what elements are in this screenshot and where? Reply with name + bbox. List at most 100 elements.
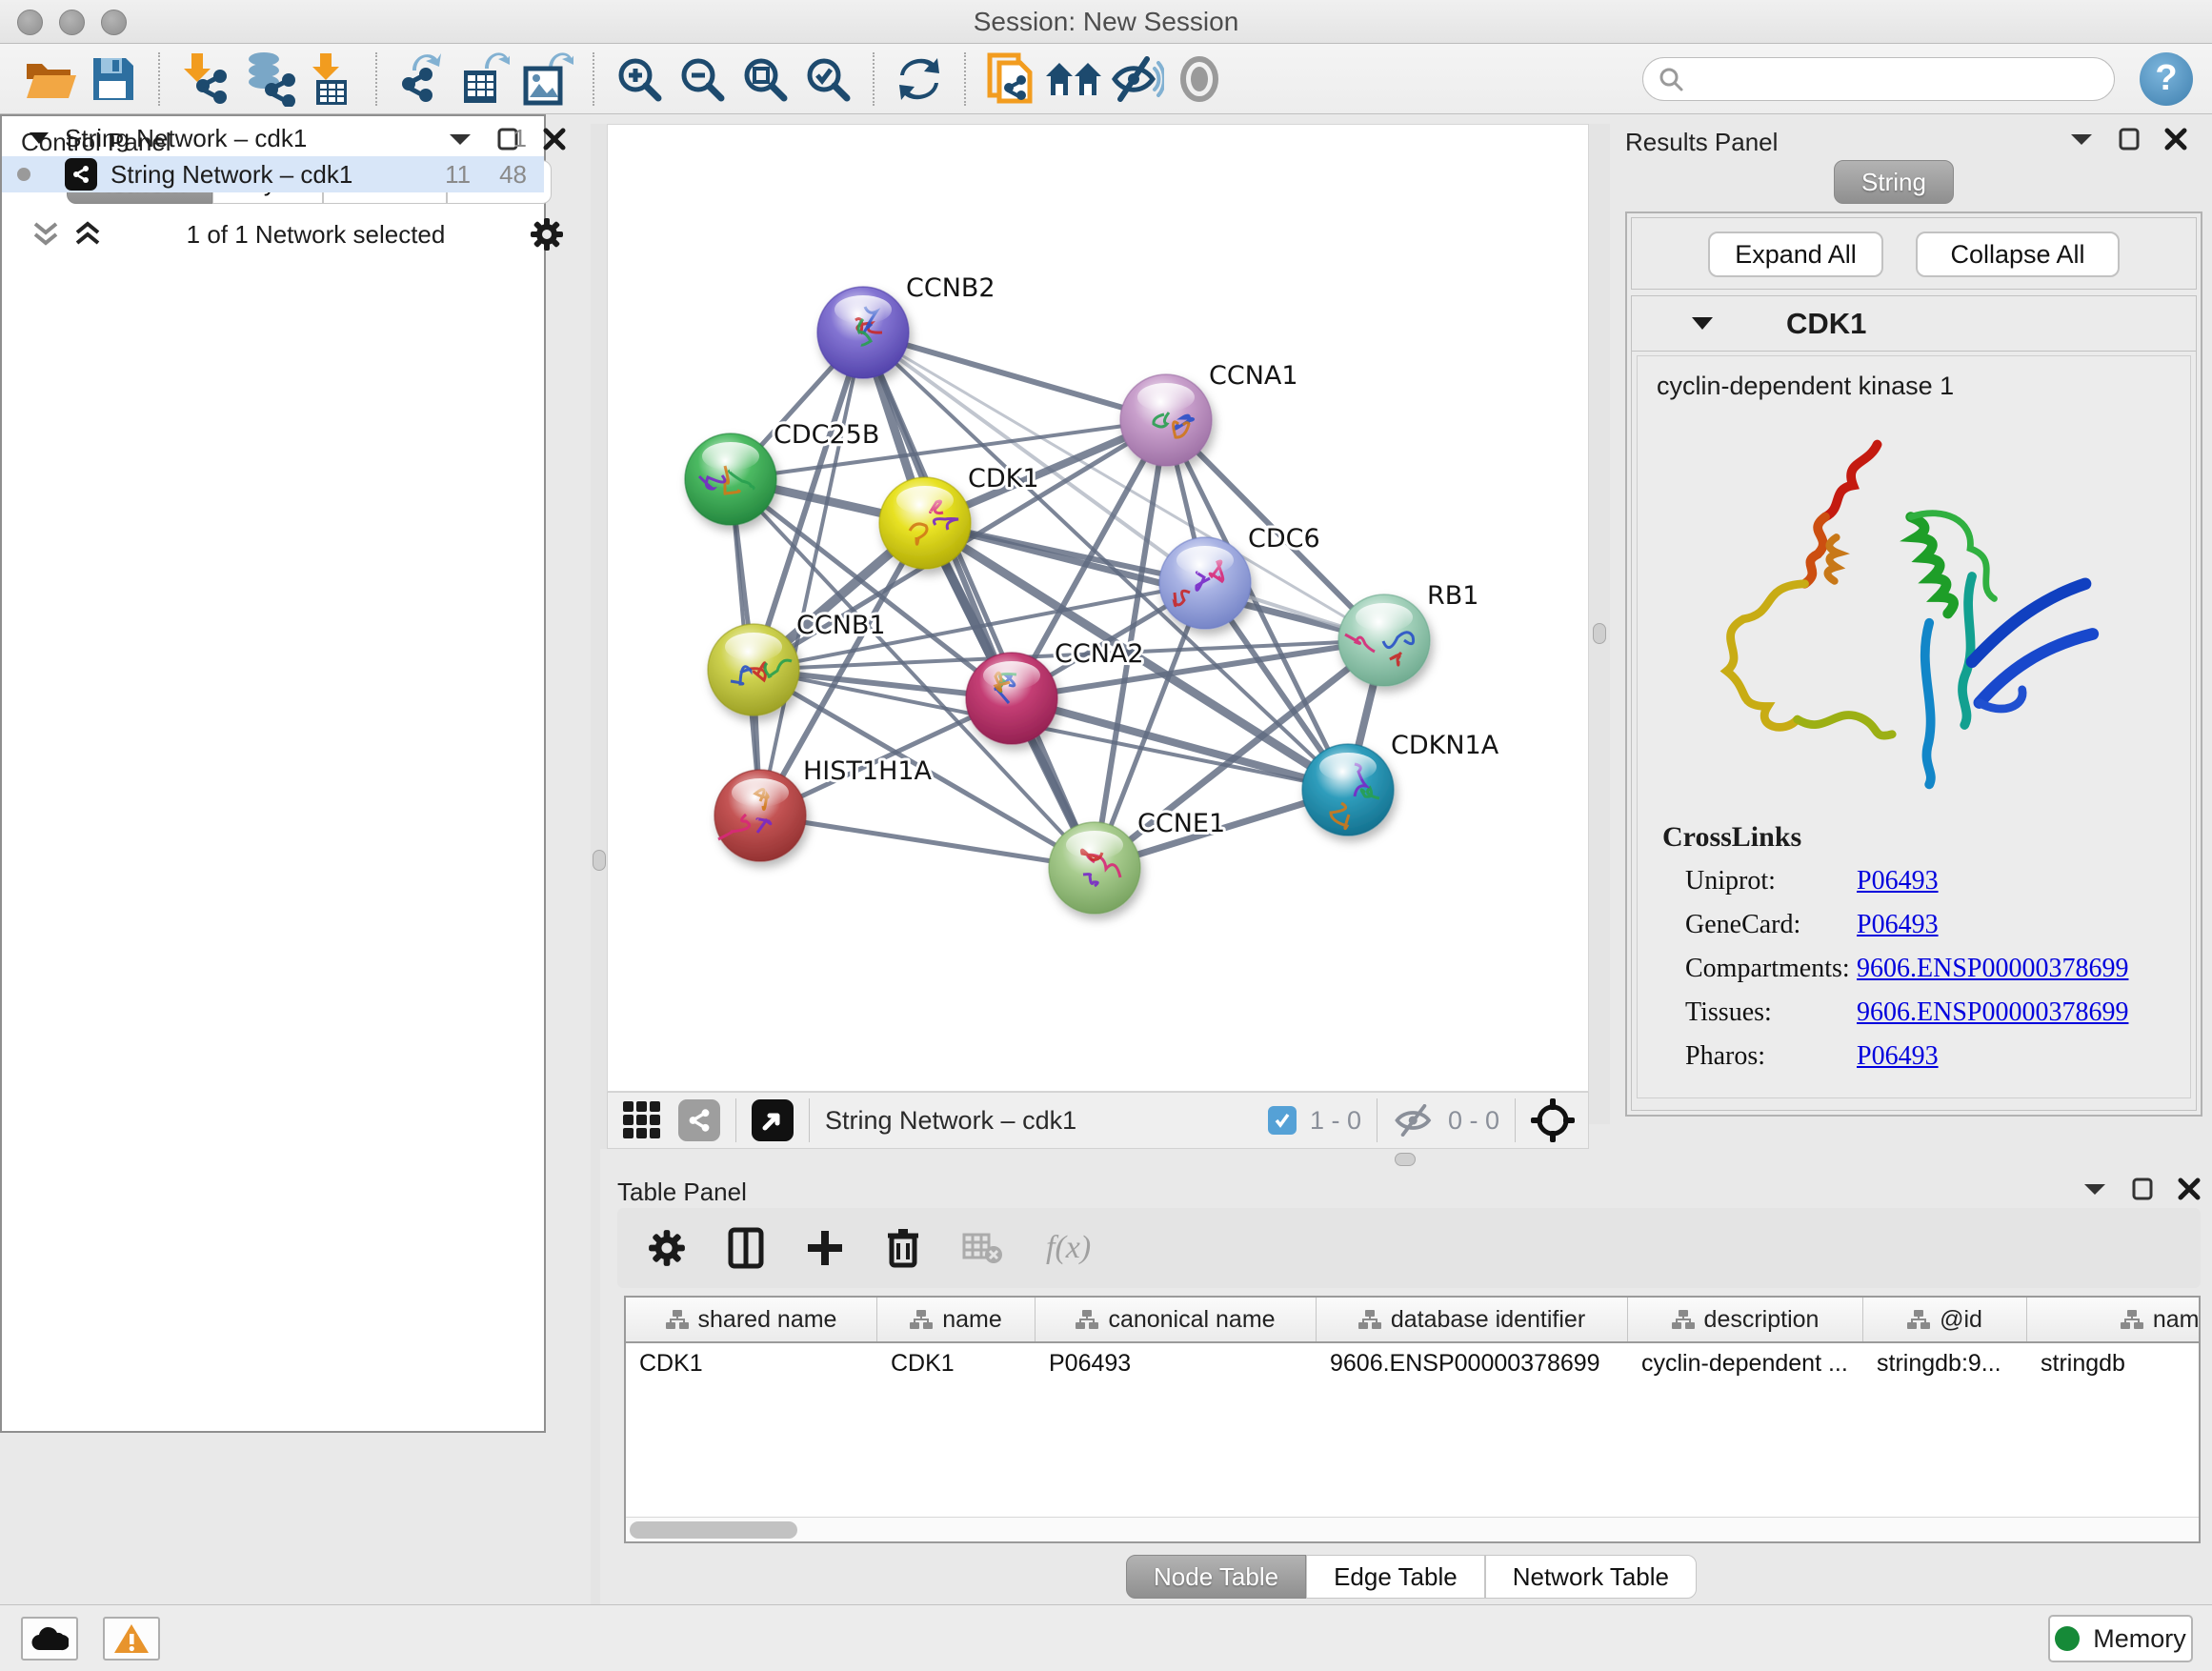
- network-view-toolbar: String Network – cdk1 1 - 0 0 - 0: [607, 1092, 1589, 1149]
- close-panel-icon[interactable]: [543, 128, 566, 151]
- network-collection-row[interactable]: String Network – cdk1 1: [2, 120, 544, 156]
- column-header-description[interactable]: description: [1628, 1298, 1863, 1341]
- network-edge[interactable]: [760, 332, 863, 815]
- table-cell[interactable]: CDK1: [877, 1350, 1036, 1378]
- expand-all-networks-icon[interactable]: [73, 220, 102, 249]
- tab-network-table[interactable]: Network Table: [1485, 1555, 1697, 1599]
- crosslink-link[interactable]: 9606.ENSP00000378699: [1857, 954, 2128, 984]
- network-node-CDC25B[interactable]: [685, 433, 776, 525]
- network-node-CDK1[interactable]: [879, 477, 971, 569]
- table-cell[interactable]: stringdb:9...: [1863, 1350, 2027, 1378]
- cloud-status-button[interactable]: [21, 1617, 78, 1661]
- network-node-CCNE1[interactable]: [1049, 822, 1140, 914]
- network-row-label: String Network – cdk1: [111, 160, 352, 190]
- network-node-CCNB2[interactable]: [817, 287, 909, 378]
- network-node-CCNA2[interactable]: [966, 653, 1057, 744]
- gene-entry-header[interactable]: CDK1: [1632, 296, 2196, 352]
- collapse-all-networks-icon[interactable]: [31, 220, 60, 249]
- tree-expander-icon[interactable]: [29, 131, 50, 145]
- table-cell[interactable]: cyclin-dependent ...: [1628, 1350, 1863, 1378]
- network-node-CDKN1A[interactable]: [1302, 744, 1394, 836]
- memory-button[interactable]: Memory: [2048, 1615, 2193, 1662]
- new-network-from-selection-button[interactable]: [979, 50, 1042, 109]
- network-row-selected[interactable]: String Network – cdk1 11 48: [2, 156, 544, 192]
- detach-view-icon[interactable]: [752, 1099, 794, 1141]
- apply-layout-button[interactable]: [888, 50, 951, 109]
- network-thumbnail-icon[interactable]: [678, 1099, 720, 1141]
- birds-eye-view-icon[interactable]: [1531, 1098, 1575, 1142]
- scrollbar-thumb[interactable]: [630, 1521, 797, 1539]
- network-graph[interactable]: CCNB2CCNA1CDC25BCDK1CDC6RB1CCNB1CCNA2CDK…: [608, 125, 1588, 1091]
- hide-selected-button[interactable]: [1105, 50, 1168, 109]
- export-network-button[interactable]: [391, 50, 453, 109]
- node-table[interactable]: shared namenamecanonical namedatabase id…: [624, 1296, 2201, 1543]
- collapse-panel-icon[interactable]: [2069, 131, 2094, 147]
- expand-all-button[interactable]: Expand All: [1708, 232, 1883, 277]
- network-node-HIST1H1A[interactable]: [714, 770, 806, 861]
- network-edge[interactable]: [760, 815, 1095, 868]
- divider-grip[interactable]: [593, 850, 606, 871]
- network-node-RB1[interactable]: [1338, 594, 1430, 686]
- crosslink-link[interactable]: P06493: [1857, 866, 1939, 896]
- table-cell[interactable]: 9606.ENSP00000378699: [1317, 1350, 1628, 1378]
- crosslink-link[interactable]: 9606.ENSP00000378699: [1857, 997, 2128, 1028]
- network-node-CCNA1[interactable]: [1120, 374, 1212, 466]
- column-header-shared-name[interactable]: shared name: [626, 1298, 877, 1341]
- export-image-button[interactable]: [516, 50, 579, 109]
- network-node-CDC6[interactable]: [1159, 537, 1251, 629]
- crosslink-link[interactable]: P06493: [1857, 1041, 1939, 1072]
- save-session-button[interactable]: [82, 50, 145, 109]
- warnings-button[interactable]: [103, 1617, 160, 1661]
- tab-edge-table[interactable]: Edge Table: [1306, 1555, 1485, 1599]
- table-cell[interactable]: P06493: [1036, 1350, 1317, 1378]
- table-options-gear-icon[interactable]: [648, 1229, 686, 1267]
- import-network-file-button[interactable]: [173, 50, 236, 109]
- zoom-in-button[interactable]: [608, 50, 671, 109]
- table-horizontal-scrollbar[interactable]: [626, 1517, 2199, 1541]
- float-panel-icon[interactable]: [2132, 1178, 2153, 1200]
- first-neighbors-button[interactable]: [1042, 50, 1105, 109]
- close-panel-icon[interactable]: [2164, 128, 2187, 151]
- create-column-plus-icon[interactable]: [806, 1229, 844, 1267]
- crosslink-link[interactable]: P06493: [1857, 910, 1939, 940]
- status-bar: Memory: [0, 1604, 2212, 1671]
- zoom-out-button[interactable]: [671, 50, 734, 109]
- search-input[interactable]: [1685, 60, 2101, 98]
- network-node-CCNB1[interactable]: [708, 624, 799, 715]
- column-header-database-identifier[interactable]: database identifier: [1317, 1298, 1628, 1341]
- show-all-button[interactable]: [1168, 50, 1231, 109]
- delete-column-trash-icon[interactable]: [886, 1227, 920, 1269]
- float-panel-icon[interactable]: [2119, 128, 2140, 151]
- zoom-selected-button[interactable]: [796, 50, 859, 109]
- help-button[interactable]: ?: [2140, 52, 2193, 106]
- grid-view-icon[interactable]: [621, 1099, 663, 1141]
- network-options-gear-icon[interactable]: [530, 217, 564, 252]
- crosslink-row: Uniprot:P06493: [1638, 859, 2190, 903]
- divider-grip[interactable]: [1395, 1153, 1416, 1166]
- import-network-database-button[interactable]: [236, 50, 299, 109]
- collapse-panel-icon[interactable]: [2082, 1181, 2107, 1197]
- column-header-name[interactable]: name: [877, 1298, 1036, 1341]
- table-row[interactable]: CDK1CDK1P064939606.ENSP00000378699cyclin…: [626, 1343, 2199, 1383]
- network-canvas[interactable]: CCNB2CCNA1CDC25BCDK1CDC6RB1CCNB1CCNA2CDK…: [607, 124, 1589, 1092]
- selected-checkbox-icon[interactable]: [1268, 1106, 1297, 1135]
- collapse-all-button[interactable]: Collapse All: [1916, 232, 2120, 277]
- tab-node-table[interactable]: Node Table: [1126, 1555, 1306, 1599]
- column-header-namespace[interactable]: namespace: [2027, 1298, 2201, 1341]
- close-panel-icon[interactable]: [2178, 1178, 2201, 1200]
- column-header-canonical-name[interactable]: canonical name: [1036, 1298, 1317, 1341]
- crosslink-label: GeneCard:: [1638, 910, 1857, 940]
- hidden-count-badge: 0 - 0: [1448, 1106, 1499, 1136]
- open-session-button[interactable]: [19, 50, 82, 109]
- table-cell[interactable]: stringdb: [2027, 1350, 2201, 1378]
- show-columns-icon[interactable]: [728, 1227, 764, 1269]
- table-cell[interactable]: CDK1: [626, 1350, 877, 1378]
- node-label-CCNA2: CCNA2: [1055, 639, 1144, 669]
- zoom-fit-button[interactable]: [734, 50, 796, 109]
- import-table-button[interactable]: [299, 50, 362, 109]
- divider-grip[interactable]: [1593, 623, 1606, 644]
- column-header--id[interactable]: @id: [1863, 1298, 2027, 1341]
- entry-expander-icon[interactable]: [1691, 316, 1714, 331]
- tab-string[interactable]: String: [1834, 160, 1954, 204]
- export-table-button[interactable]: [453, 50, 516, 109]
